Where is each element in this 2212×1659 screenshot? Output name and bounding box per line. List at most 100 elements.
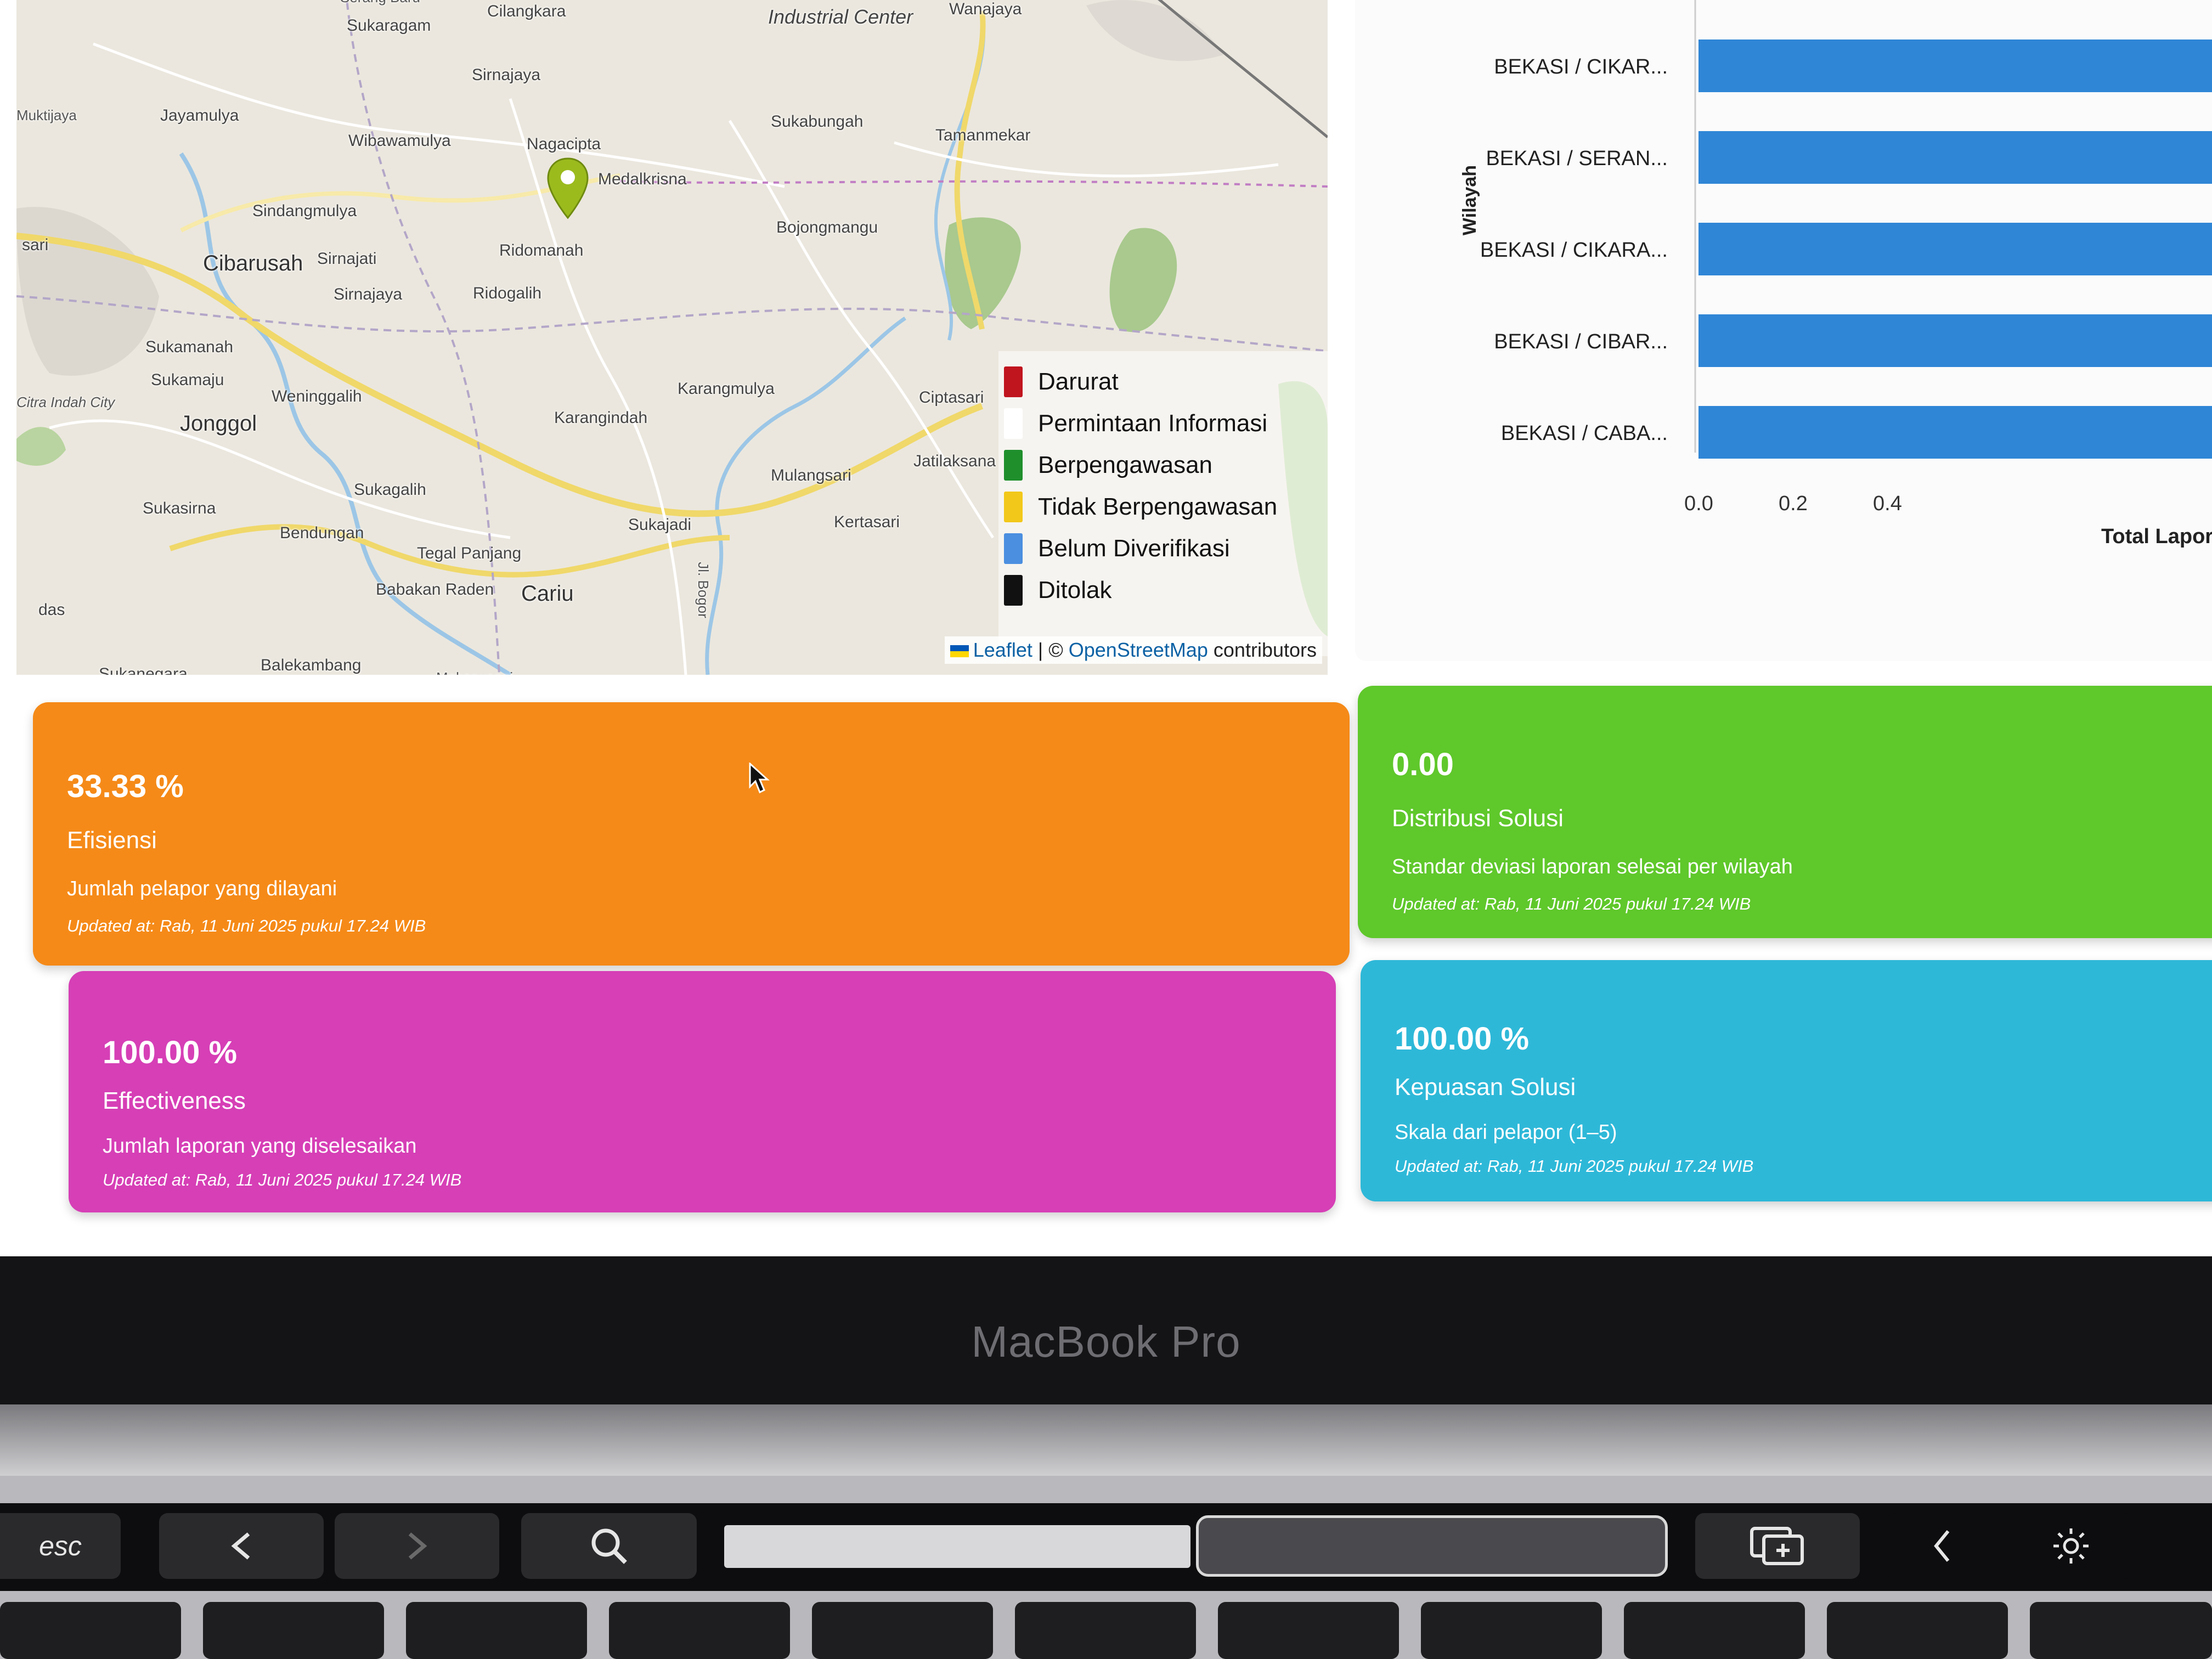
keyboard-key[interactable] [1218,1602,1399,1659]
map-place-label: Sukamanah [145,338,234,356]
map-place-label: Wibawamulya [348,132,451,150]
y-tick-label: BEKASI / CABA... [1501,422,1668,445]
map-place-label: Bojongmangu [776,218,878,236]
map-road-label: Jl. Bogor [695,562,712,618]
keyboard-key[interactable] [406,1602,587,1659]
openstreetmap-link[interactable]: OpenStreetMap [1069,639,1208,661]
map-place-label: Sindangmulya [252,202,357,220]
report-map[interactable]: Serang Baru Sukaragam Cilangkara Industr… [16,0,1328,675]
map-place-label: Tegal Panjang [417,544,522,562]
map-place-label: Citra Indah City [16,394,115,410]
legend-item: Berpengawasan [1004,444,1328,486]
map-place-label: Karangmulya [678,380,775,398]
map-place-label: Mekarwangi [436,669,513,675]
map-legend: Darurat Permintaan Informasi Berpengawas… [998,351,1328,656]
effectiveness-description: Jumlah laporan yang diselesaikan [103,1135,417,1158]
map-place-label: Sukasirna [143,499,216,517]
chart-bar [1699,223,2212,275]
map-place-label: Sirnajaya [334,285,403,303]
legend-label: Tidak Berpengawasan [1038,493,1278,520]
legend-item: Tidak Berpengawasan [1004,486,1328,528]
distribusi-title: Distribusi Solusi [1392,805,1564,832]
legend-swatch [1004,492,1023,522]
keyboard-key[interactable] [1827,1602,2008,1659]
kepuasan-title: Kepuasan Solusi [1395,1074,1576,1101]
region-bar-chart: BEKASI / CIKAR... BEKASI / SERAN... BEKASI… [1355,0,2212,661]
legend-swatch [1004,575,1023,606]
attribution-suffix: contributors [1207,639,1317,661]
legend-label: Darurat [1038,368,1119,395]
legend-label: Belum Diverifikasi [1038,535,1230,562]
map-place-label: Sukamaju [151,371,224,389]
legend-swatch [1004,533,1023,564]
keyboard-key[interactable] [1624,1602,1805,1659]
attribution-separator: | © [1032,639,1069,661]
map-place-label: Cariu [521,582,574,606]
search-button[interactable] [521,1513,697,1579]
new-tab-button[interactable] [1695,1513,1860,1579]
map-place-label: Sukajadi [628,516,692,534]
map-place-label: Ridomanah [499,241,584,259]
efisiensi-title: Efisiensi [67,827,157,854]
legend-label: Ditolak [1038,577,1112,603]
map-place-label: Sirnajati [317,250,377,268]
legend-swatch [1004,408,1023,439]
keyboard-key[interactable] [609,1602,790,1659]
map-place-label: Jayamulya [160,106,239,125]
mouse-cursor-icon [749,763,770,794]
map-place-label: Wanajaya [949,0,1022,18]
legend-item: Ditolak [1004,569,1328,611]
kepuasan-solusi-card: 100.00 % Kepuasan Solusi Skala dari pela… [1361,960,2212,1201]
map-place-label: Sukanegara [99,665,188,675]
map-place-label: Sukaragam [347,16,431,35]
distribusi-updated-at: Updated at: Rab, 11 Juni 2025 pukul 17.2… [1392,894,1751,913]
map-place-label: Bendungan [280,524,364,542]
keyboard-key[interactable] [812,1602,993,1659]
map-place-label: Muktijaya [16,107,77,123]
legend-item: Belum Diverifikasi [1004,528,1328,569]
map-place-label: Nagacipta [527,135,601,153]
map-attribution: Leaflet | © OpenStreetMap contributors [944,636,1322,664]
leaflet-link[interactable]: Leaflet [973,639,1032,661]
brightness-icon [2053,1528,2089,1564]
esc-key[interactable]: esc [0,1513,121,1579]
map-place-label: Sukagalih [354,481,426,499]
kepuasan-description: Skala dari pelapor (1–5) [1395,1121,1617,1144]
map-place-label: Tamanmekar [935,126,1031,144]
keyboard-key[interactable] [1015,1602,1196,1659]
x-tick-label: 0.0 [1684,492,1713,515]
legend-label: Berpengawasan [1038,452,1213,478]
chevron-right-icon [408,1532,427,1560]
map-place-label: Industrial Center [768,5,913,28]
y-tick-label: BEKASI / CIBAR... [1494,330,1668,353]
forward-button[interactable] [335,1513,499,1579]
tab-thumbnails-strip[interactable] [724,1525,1190,1568]
efisiensi-updated-at: Updated at: Rab, 11 Juni 2025 pukul 17.2… [67,916,426,935]
effectiveness-updated-at: Updated at: Rab, 11 Juni 2025 pukul 17.2… [103,1170,462,1189]
keyboard-key[interactable] [0,1602,181,1659]
keyboard-key[interactable] [203,1602,384,1659]
map-pin-icon[interactable] [546,156,590,222]
map-place-label: Sukabungah [771,112,864,131]
effectiveness-value: 100.00 % [103,1035,238,1070]
keyboard-key[interactable] [1421,1602,1602,1659]
touchbar-slider[interactable] [1196,1515,1668,1577]
keyboard-key[interactable] [2030,1602,2212,1659]
map-place-label: Babakan Raden [376,580,494,599]
legend-item: Permintaan Informasi [1004,403,1328,444]
collapse-button[interactable] [1887,1513,1997,1579]
back-button[interactable] [159,1513,324,1579]
laptop-hinge [0,1404,2212,1476]
x-tick-label: 0.4 [1873,492,1902,515]
legend-item: Darurat [1004,361,1328,403]
map-place-label: Karangindah [554,409,648,427]
effectiveness-card: 100.00 % Effectiveness Jumlah laporan ya… [69,971,1336,1212]
brightness-button[interactable] [2008,1513,2134,1579]
efisiensi-value: 33.33 % [67,769,184,804]
map-place-label: das [38,601,65,619]
map-place-label: Serang Baru [340,0,420,6]
y-axis-title: Wilayah [1459,165,1480,235]
map-place-label: Balekambang [261,656,362,674]
distribusi-solusi-card: 0.00 Distribusi Solusi Standar deviasi l… [1358,686,2212,938]
chart-bar [1699,131,2212,184]
